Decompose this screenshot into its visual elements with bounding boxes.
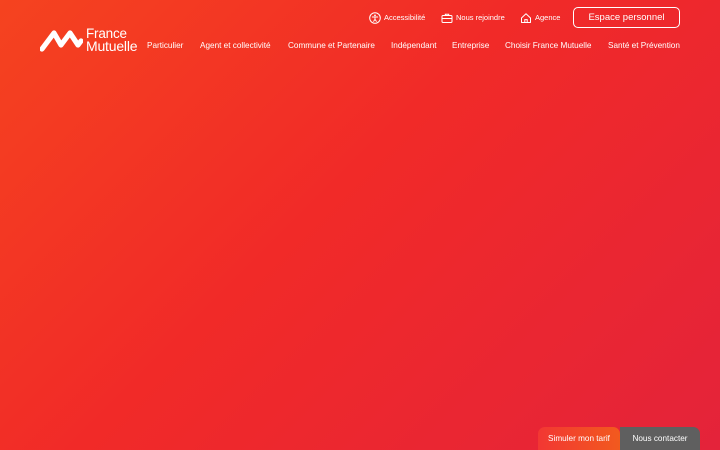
nav-item-choisir[interactable]: Choisir France Mutuelle xyxy=(505,41,591,50)
simulate-rate-button[interactable]: Simuler mon tarif xyxy=(538,427,620,450)
briefcase-icon xyxy=(441,13,453,23)
home-icon xyxy=(521,12,531,23)
nav-item-sante-prevention[interactable]: Santé et Prévention xyxy=(608,41,680,50)
accessibility-label: Accessibilité xyxy=(384,13,426,22)
nav-item-commune-partenaire[interactable]: Commune et Partenaire xyxy=(288,41,375,50)
contact-button[interactable]: Nous contacter xyxy=(620,427,700,450)
accessibility-link[interactable]: Accessibilité xyxy=(369,11,425,24)
nav-item-agent-collectivite[interactable]: Agent et collectivité xyxy=(200,41,271,50)
main-nav: Particulier Agent et collectivité Commun… xyxy=(0,41,720,53)
accessibility-icon xyxy=(369,11,381,24)
agency-label: Agence xyxy=(535,13,561,22)
nav-item-particulier[interactable]: Particulier xyxy=(147,41,183,50)
nav-item-independant[interactable]: Indépendant xyxy=(391,41,437,50)
careers-label: Nous rejoindre xyxy=(456,13,505,22)
careers-link[interactable]: Nous rejoindre xyxy=(441,11,505,24)
account-button[interactable]: Espace personnel xyxy=(573,7,680,28)
agency-link[interactable]: Agence xyxy=(520,11,560,24)
nav-item-entreprise[interactable]: Entreprise xyxy=(452,41,489,50)
site-header: France Mutuelle Accessibilité Nous rejoi… xyxy=(0,0,720,60)
